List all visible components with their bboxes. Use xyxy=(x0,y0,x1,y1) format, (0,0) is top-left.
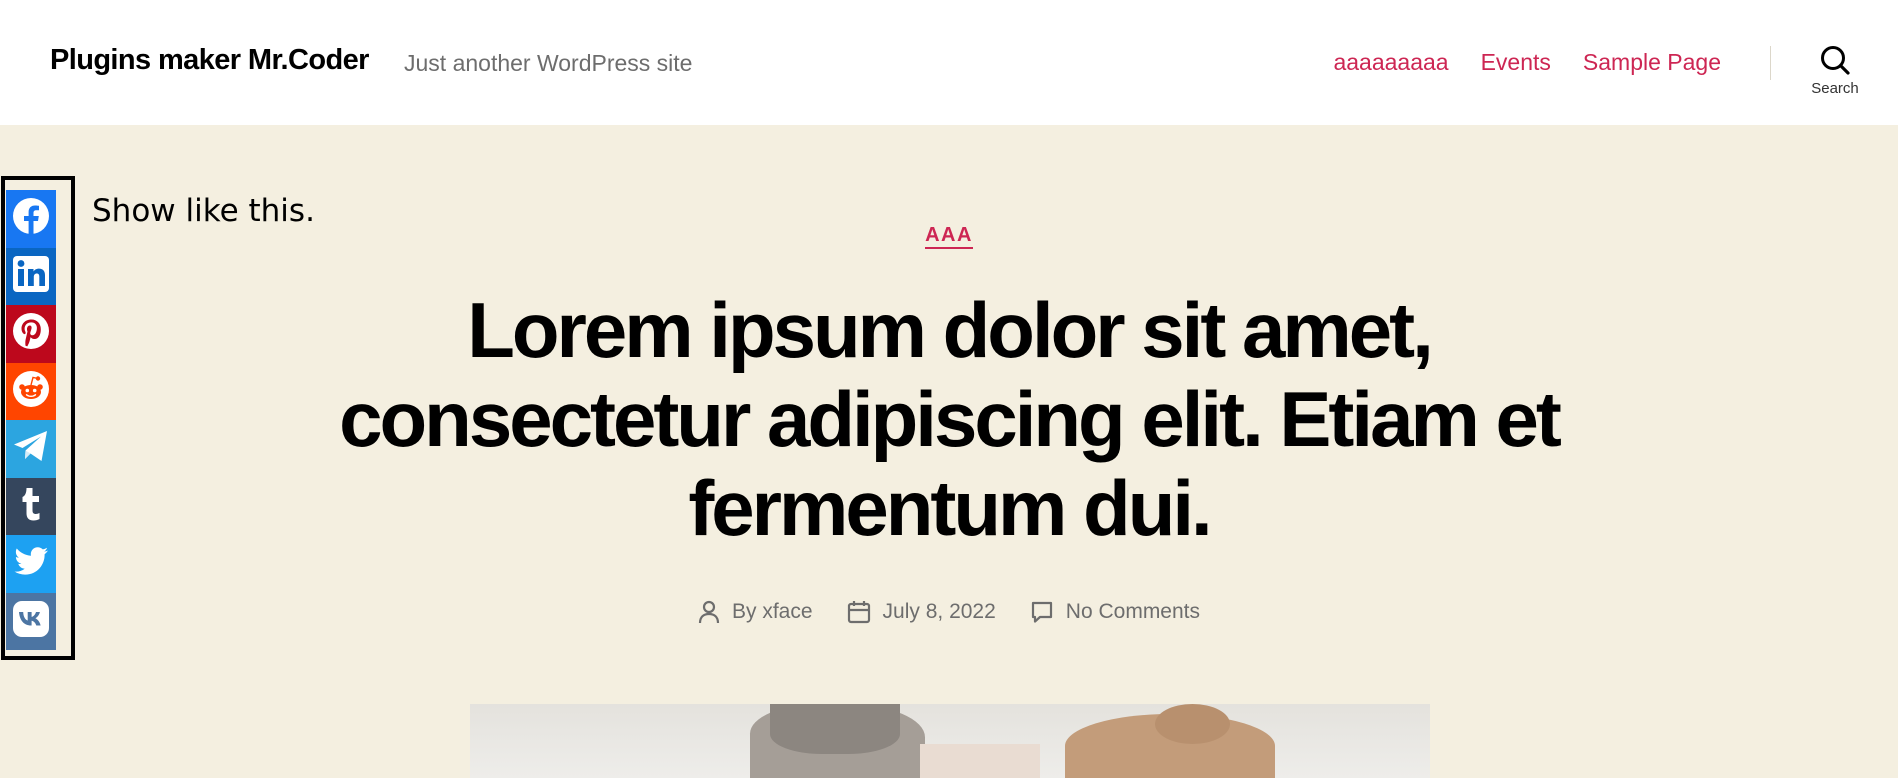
share-telegram-button[interactable] xyxy=(6,420,56,478)
category-link[interactable]: AAA xyxy=(925,224,973,249)
primary-nav: aaaaaaaaa Events Sample Page xyxy=(1333,49,1721,76)
comment-icon xyxy=(1030,600,1054,624)
nav-divider xyxy=(1770,46,1771,80)
search-toggle-button[interactable]: Search xyxy=(1800,44,1870,106)
telegram-icon xyxy=(11,426,51,471)
twitter-icon xyxy=(11,541,51,586)
author-link[interactable]: xface xyxy=(762,600,812,623)
post-meta: By xface July 8, 2022 No Comments xyxy=(0,600,1898,624)
nav-item-aaaaaaaaa[interactable]: aaaaaaaaa xyxy=(1333,49,1448,76)
site-header: Plugins maker Mr.Coder Just another Word… xyxy=(0,0,1898,125)
search-icon xyxy=(1800,44,1870,76)
post-author: By xface xyxy=(698,600,813,624)
share-pinterest-button[interactable] xyxy=(6,305,56,363)
site-title[interactable]: Plugins maker Mr.Coder xyxy=(50,44,369,77)
date-link[interactable]: July 8, 2022 xyxy=(883,600,996,624)
share-tumblr-button[interactable] xyxy=(6,477,56,535)
pinterest-icon xyxy=(11,311,51,356)
user-icon xyxy=(698,600,720,624)
post-date: July 8, 2022 xyxy=(847,600,996,624)
linkedin-icon xyxy=(11,254,51,299)
post-category: AAA xyxy=(0,224,1898,249)
nav-item-events[interactable]: Events xyxy=(1481,49,1551,76)
search-label: Search xyxy=(1811,80,1859,97)
reddit-icon xyxy=(11,369,51,414)
nav-item-sample-page[interactable]: Sample Page xyxy=(1583,49,1721,76)
site-description: Just another WordPress site xyxy=(404,50,693,76)
tumblr-icon xyxy=(11,484,51,529)
share-linkedin-button[interactable] xyxy=(6,247,56,305)
calendar-icon xyxy=(847,600,871,624)
featured-image xyxy=(470,704,1430,778)
share-twitter-button[interactable] xyxy=(6,535,56,593)
comments-link[interactable]: No Comments xyxy=(1066,600,1200,624)
share-bar xyxy=(6,190,56,650)
post-title: Lorem ipsum dolor sit amet, consectetur … xyxy=(339,286,1562,552)
author-prefix: By xyxy=(731,600,757,623)
post-comments: No Comments xyxy=(1030,600,1200,624)
share-reddit-button[interactable] xyxy=(6,362,56,420)
